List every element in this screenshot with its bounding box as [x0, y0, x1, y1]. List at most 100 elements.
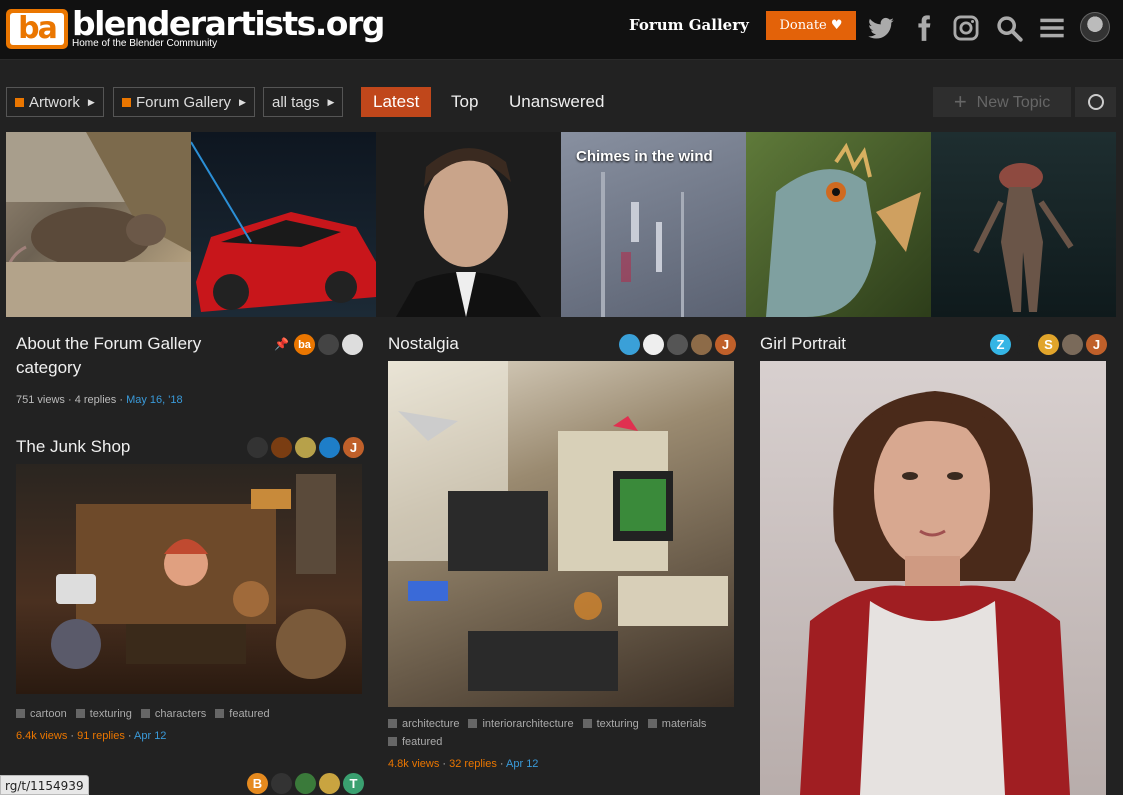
twitter-icon[interactable] — [867, 14, 895, 42]
instagram-icon[interactable] — [952, 14, 980, 42]
tab-latest[interactable]: Latest — [361, 87, 432, 117]
posters-junk-shop: J — [247, 437, 364, 458]
junk-shop-thumbnail[interactable] — [16, 464, 362, 694]
caret-right-icon: ▶ — [87, 97, 95, 107]
girl-portrait-image — [800, 391, 1070, 795]
banner-tile-portrait[interactable] — [376, 132, 561, 317]
topic-title-girl-portrait[interactable]: Girl Portrait — [760, 332, 846, 356]
avatar[interactable] — [342, 334, 363, 355]
breadcrumb-label: Artwork — [29, 94, 80, 111]
category-color-square — [122, 98, 131, 107]
search-icon[interactable] — [995, 14, 1023, 42]
avatar[interactable] — [271, 437, 292, 458]
topic-title-nostalgia[interactable]: Nostalgia — [388, 332, 459, 356]
facebook-icon[interactable] — [910, 14, 938, 42]
tag[interactable]: interiorarchitecture — [468, 715, 574, 733]
avatar[interactable] — [247, 437, 268, 458]
iguana-image — [766, 142, 921, 317]
banner-tile-chimes[interactable]: Chimes in the wind — [561, 132, 746, 317]
tag[interactable]: texturing — [582, 715, 639, 733]
tag[interactable]: architecture — [388, 715, 459, 733]
current-user-avatar[interactable] — [1080, 12, 1110, 42]
avatar[interactable]: S — [1038, 334, 1059, 355]
avatar[interactable] — [1014, 334, 1035, 355]
avatar[interactable]: Z — [990, 334, 1011, 355]
last-activity-date[interactable]: May 16, '18 — [126, 394, 183, 406]
forum-gallery-link[interactable]: Forum Gallery — [629, 16, 749, 34]
category-color-square — [15, 98, 24, 107]
topic-title-about-line1[interactable]: About the Forum Gallery — [16, 332, 201, 356]
topic-title-about-line2[interactable]: category — [16, 356, 81, 380]
avatar[interactable]: ba — [294, 334, 315, 355]
views-count: 751 views — [16, 394, 65, 406]
tag[interactable]: featured — [215, 705, 270, 723]
donate-button[interactable]: Donate ♥ — [766, 11, 856, 40]
avatar[interactable]: J — [1086, 334, 1107, 355]
site-header: ba blenderartists.org Home of the Blende… — [0, 0, 1123, 60]
plus-icon: + — [953, 89, 967, 114]
avatar[interactable] — [643, 334, 664, 355]
notification-level-button[interactable] — [1075, 87, 1116, 117]
creature-image — [973, 163, 1074, 312]
banner-tile-iguana[interactable] — [746, 132, 931, 317]
topic-title-junk-shop[interactable]: The Junk Shop — [16, 435, 130, 459]
avatar[interactable] — [667, 334, 688, 355]
tag[interactable]: featured — [388, 733, 442, 751]
portrait-image — [396, 148, 541, 317]
logo-text: ba — [10, 13, 64, 45]
topic-meta-about: 751 views · 4 replies · May 16, '18 — [16, 394, 183, 406]
girl-portrait-thumbnail[interactable] — [760, 361, 1106, 795]
last-activity-date[interactable]: Apr 12 — [134, 730, 166, 742]
tab-unanswered[interactable]: Unanswered — [497, 87, 616, 117]
avatar[interactable]: B — [247, 773, 268, 794]
circle-icon — [1088, 94, 1104, 110]
site-tagline: Home of the Blender Community — [72, 38, 218, 49]
nostalgia-thumbnail[interactable] — [388, 361, 734, 707]
replies-count[interactable]: 91 replies — [77, 730, 125, 742]
topic-meta-junk-shop: 6.4k views · 91 replies · Apr 12 — [16, 730, 167, 742]
tab-top[interactable]: Top — [439, 87, 490, 117]
last-activity-date[interactable]: Apr 12 — [506, 758, 538, 770]
banner-tile-creature[interactable] — [931, 132, 1116, 317]
avatar[interactable]: J — [715, 334, 736, 355]
avatar[interactable] — [295, 773, 316, 794]
breadcrumb-all-tags[interactable]: all tags ▶ — [263, 87, 344, 117]
avatar[interactable] — [1062, 334, 1083, 355]
avatar[interactable] — [619, 334, 640, 355]
posters-girl-portrait: Z S J — [990, 334, 1107, 355]
pin-icon: 📌 — [274, 337, 289, 351]
avatar[interactable] — [691, 334, 712, 355]
tag[interactable]: materials — [647, 715, 706, 733]
tag[interactable]: characters — [140, 705, 206, 723]
posters-about: ba — [294, 334, 363, 355]
tag[interactable]: cartoon — [16, 705, 67, 723]
avatar[interactable]: J — [343, 437, 364, 458]
tag[interactable]: texturing — [75, 705, 132, 723]
avatar[interactable] — [318, 334, 339, 355]
breadcrumb-forum-gallery[interactable]: Forum Gallery ▶ — [113, 87, 255, 117]
tags-nostalgia: architecture interiorarchitecture texturin… — [388, 715, 734, 751]
caret-right-icon: ▶ — [327, 97, 335, 107]
posters-next-topic: B T — [247, 773, 364, 794]
replies-count[interactable]: 4 replies — [75, 394, 117, 406]
avatar[interactable] — [271, 773, 292, 794]
junk-shop-image — [51, 474, 346, 679]
banner-caption: Chimes in the wind — [576, 148, 713, 165]
avatar[interactable]: T — [343, 773, 364, 794]
new-topic-label: New Topic — [976, 94, 1051, 111]
banner-tile-car[interactable] — [191, 132, 376, 317]
breadcrumb-label: Forum Gallery — [136, 94, 232, 111]
banner-tile-rat[interactable] — [6, 132, 191, 317]
avatar[interactable] — [319, 773, 340, 794]
topic-meta-nostalgia: 4.8k views · 32 replies · Apr 12 — [388, 758, 539, 770]
new-topic-button[interactable]: + New Topic — [933, 87, 1071, 117]
posters-nostalgia: J — [619, 334, 736, 355]
avatar[interactable] — [295, 437, 316, 458]
breadcrumb-artwork[interactable]: Artwork ▶ — [6, 87, 104, 117]
status-bar-url: rg/t/1154939 — [0, 775, 89, 795]
replies-count[interactable]: 32 replies — [449, 758, 497, 770]
hamburger-menu-icon[interactable] — [1038, 14, 1066, 42]
site-logo[interactable]: ba — [6, 9, 68, 49]
avatar[interactable] — [319, 437, 340, 458]
views-count: 4.8k views — [388, 758, 440, 770]
